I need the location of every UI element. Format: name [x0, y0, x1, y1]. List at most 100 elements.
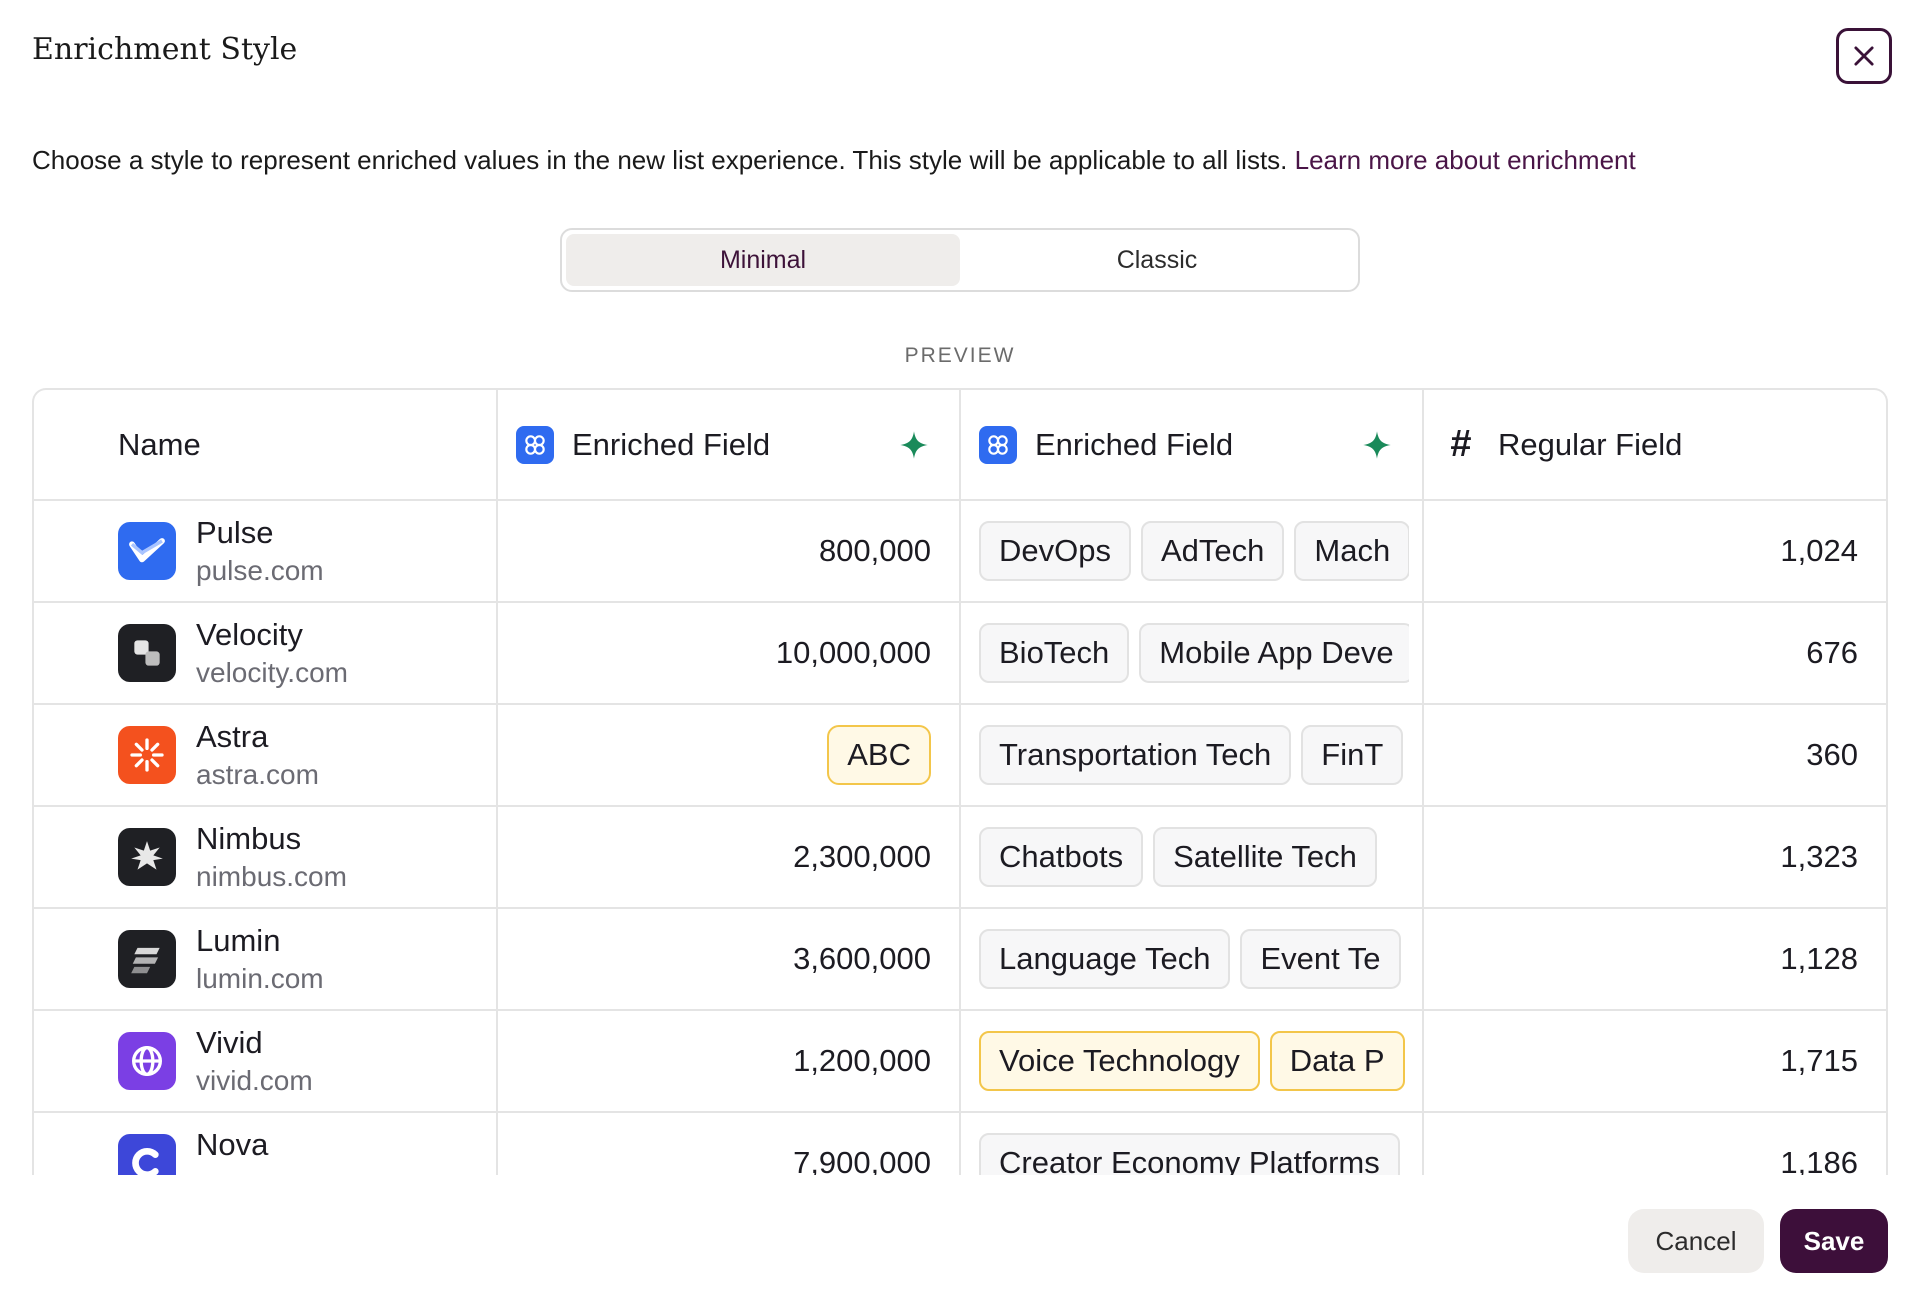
name-cell: Lumin lumin.com: [34, 908, 498, 1011]
company-domain: nimbus.com: [196, 860, 347, 892]
regular-value-cell: 1,186: [1423, 1112, 1886, 1175]
enriched-value-cell: 2,300,000: [497, 806, 961, 909]
pulse-logo-icon: [118, 522, 176, 580]
cancel-button[interactable]: Cancel: [1628, 1209, 1764, 1273]
column-header-name: Name: [34, 390, 498, 501]
style-option-classic[interactable]: Classic: [960, 234, 1354, 286]
sparkle-icon: [900, 430, 928, 459]
company-name: Astra: [196, 719, 269, 755]
company-domain: astra.com: [196, 758, 319, 790]
column-header-regular: # Regular Field: [1423, 390, 1886, 501]
company-domain: vivid.com: [196, 1064, 313, 1096]
tag-pill: DevOps: [979, 521, 1131, 581]
table-row: Vivid vivid.com 1,200,000 Voice Technolo…: [34, 1010, 1886, 1113]
name-cell: Pulse pulse.com: [34, 500, 498, 603]
table-row: Nova nova.com 7,900,000 Creator Economy …: [34, 1112, 1886, 1175]
company-name: Vivid: [196, 1025, 263, 1061]
table-row: Nimbus nimbus.com 2,300,000 Chatbots Sat…: [34, 806, 1886, 909]
regular-value-cell: 1,323: [1423, 806, 1886, 909]
enriched-tags-cell: Creator Economy Platforms: [960, 1112, 1424, 1175]
tag-pill-warning: Voice Technology: [979, 1031, 1260, 1091]
name-cell: Velocity velocity.com: [34, 602, 498, 705]
velocity-logo-icon: [118, 624, 176, 682]
style-option-minimal[interactable]: Minimal: [566, 234, 960, 286]
enriched-tags-cell: Voice Technology Data P: [960, 1010, 1424, 1113]
tag-pill-warning: Data P: [1269, 1031, 1405, 1091]
close-icon: [1854, 46, 1874, 66]
tag-pill: Chatbots: [979, 827, 1144, 887]
enriched-value-cell: 800,000: [497, 500, 961, 603]
enriched-field-icon: [516, 425, 554, 464]
company-name: Lumin: [196, 923, 281, 959]
company-name: Nimbus: [196, 821, 302, 857]
regular-value-cell: 360: [1423, 704, 1886, 807]
learn-more-link[interactable]: Learn more about enrichment: [1295, 145, 1636, 175]
enriched-value-cell: 7,900,000: [497, 1112, 961, 1175]
name-cell: Astra astra.com: [34, 704, 498, 807]
number-field-icon: #: [1450, 423, 1472, 465]
dialog-description: Choose a style to represent enriched val…: [32, 145, 1636, 176]
nimbus-logo-icon: [118, 828, 176, 886]
tag-pill: Mach: [1294, 521, 1409, 581]
tag-pill: Transportation Tech: [979, 725, 1292, 785]
enriched-tags-cell: Language Tech Event Te: [960, 908, 1424, 1011]
tag-pill: Language Tech: [979, 929, 1231, 989]
name-cell: Nimbus nimbus.com: [34, 806, 498, 909]
save-button[interactable]: Save: [1780, 1209, 1888, 1273]
enriched-tags-cell: Chatbots Satellite Tech: [960, 806, 1424, 909]
company-domain: nova.com: [196, 1165, 317, 1175]
regular-value-cell: 1,715: [1423, 1010, 1886, 1113]
tag-pill: Event Te: [1240, 929, 1401, 989]
company-name: Pulse: [196, 515, 274, 551]
nova-logo-icon: [118, 1134, 176, 1175]
column-header-label: Name: [118, 426, 201, 462]
table-row: Astra astra.com ABC Transportation Tech …: [34, 704, 1886, 807]
company-domain: pulse.com: [196, 554, 324, 586]
column-header-enriched-1: Enriched Field: [497, 390, 961, 501]
tag-pill: AdTech: [1140, 521, 1285, 581]
table-row: Pulse pulse.com 800,000 DevOps AdTech Ma…: [34, 500, 1886, 603]
company-name: Velocity: [196, 617, 303, 653]
column-header-label: Regular Field: [1498, 426, 1683, 462]
tag-pill: FinT: [1301, 725, 1404, 785]
enriched-value-cell: 3,600,000: [497, 908, 961, 1011]
lumin-logo-icon: [118, 930, 176, 988]
tag-pill: Creator Economy Platforms: [979, 1133, 1400, 1175]
dialog-footer: Cancel Save: [0, 1175, 1920, 1304]
astra-logo-icon: [118, 726, 176, 784]
preview-table: Name Enriched Field Enriched Field # Reg…: [32, 388, 1888, 1175]
tag-pill: BioTech: [979, 623, 1130, 683]
column-header-label: Enriched Field: [572, 426, 771, 462]
text-value-pill: ABC: [827, 725, 931, 785]
name-cell: Nova nova.com: [34, 1112, 498, 1175]
table-row: Velocity velocity.com 10,000,000 BioTech…: [34, 602, 1886, 705]
preview-label: PREVIEW: [904, 344, 1016, 367]
regular-value-cell: 1,128: [1423, 908, 1886, 1011]
enrichment-style-dialog: Enrichment Style Choose a style to repre…: [0, 0, 1920, 1304]
enriched-tags-cell: BioTech Mobile App Deve: [960, 602, 1424, 705]
column-header-enriched-2: Enriched Field: [960, 390, 1424, 501]
table-row: Lumin lumin.com 3,600,000 Language Tech …: [34, 908, 1886, 1011]
company-name: Nova: [196, 1127, 269, 1163]
tag-pill: Mobile App Deve: [1139, 623, 1409, 683]
dialog-title: Enrichment Style: [32, 32, 298, 67]
column-header-label: Enriched Field: [1035, 426, 1234, 462]
enriched-tags-cell: DevOps AdTech Mach: [960, 500, 1424, 603]
regular-value-cell: 1,024: [1423, 500, 1886, 603]
close-button[interactable]: [1836, 28, 1892, 84]
company-domain: lumin.com: [196, 962, 324, 994]
regular-value-cell: 676: [1423, 602, 1886, 705]
enriched-field-icon: [979, 425, 1017, 464]
table-header-row: Name Enriched Field Enriched Field # Reg…: [34, 390, 1886, 501]
tag-pill: Satellite Tech: [1153, 827, 1377, 887]
name-cell: Vivid vivid.com: [34, 1010, 498, 1113]
vivid-logo-icon: [118, 1032, 176, 1090]
description-text: Choose a style to represent enriched val…: [32, 145, 1288, 175]
enriched-value-cell: 1,200,000: [497, 1010, 961, 1113]
enriched-value-cell: ABC: [497, 704, 961, 807]
sparkle-icon: [1363, 430, 1391, 459]
enriched-tags-cell: Transportation Tech FinT: [960, 704, 1424, 807]
company-domain: velocity.com: [196, 656, 348, 688]
enriched-value-cell: 10,000,000: [497, 602, 961, 705]
style-toggle: Minimal Classic: [560, 228, 1360, 292]
